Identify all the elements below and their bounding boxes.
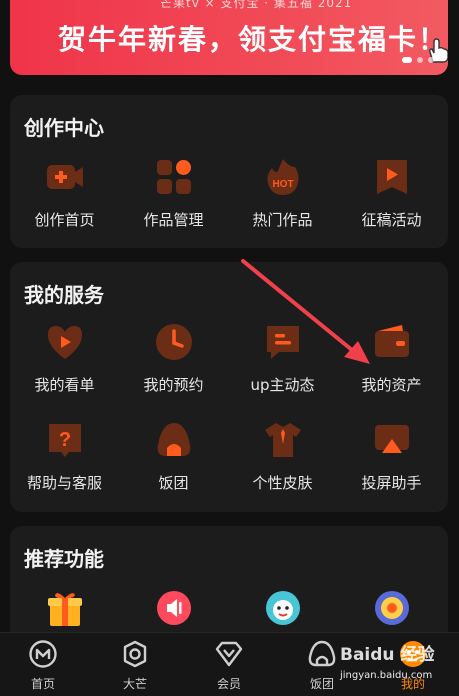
fantuan-label: 饭团: [158, 474, 189, 492]
hot-flame-icon: HOT: [267, 159, 299, 195]
tab-home-label: 首页: [30, 677, 55, 691]
skins-button[interactable]: 个性皮肤: [228, 420, 337, 493]
watermark-brand: Baidu 经验: [340, 645, 435, 665]
home-m-icon: [29, 640, 57, 668]
damang-icon: [123, 640, 147, 668]
tab-vip-label: 会员: [216, 677, 241, 691]
creation-center-title: 创作中心: [24, 116, 104, 140]
tab-damang[interactable]: 大芒: [100, 639, 170, 692]
lottery-icon: [374, 591, 409, 625]
reservations-button[interactable]: 我的预约: [119, 322, 228, 395]
my-assets-button[interactable]: 我的资产: [337, 322, 446, 395]
clock-icon: [155, 324, 192, 360]
banner-logos: 芒果tv × 支付宝 · 集五福 2021: [160, 0, 353, 10]
works-manage-label: 作品管理: [143, 211, 204, 229]
watermark-url: jingyan.baidu.com: [340, 670, 433, 681]
hot-works-button[interactable]: HOT 热门作品: [228, 157, 337, 230]
cast-assistant-label: 投屏助手: [361, 474, 422, 492]
cast-assistant-button[interactable]: 投屏助手: [337, 420, 446, 493]
skins-label: 个性皮肤: [252, 474, 313, 492]
reservations-label: 我的预约: [143, 376, 204, 394]
bookmark-play-icon: [376, 160, 407, 194]
tab-damang-label: 大芒: [122, 677, 147, 691]
hot-works-label: 热门作品: [252, 211, 313, 229]
svg-text:HOT: HOT: [272, 179, 293, 190]
recommend-mascot-button[interactable]: [228, 588, 337, 628]
watchlist-button[interactable]: 我的看单: [10, 322, 119, 395]
cast-screen-icon: [374, 425, 409, 453]
tab-vip[interactable]: 会员: [194, 639, 264, 692]
creation-home-label: 创作首页: [34, 211, 95, 229]
watchlist-label: 我的看单: [34, 376, 95, 394]
promo-banner[interactable]: 芒果tv × 支付宝 · 集五福 2021 贺牛年新春，领支付宝福卡！: [10, 0, 448, 75]
pager-dot-active: [402, 57, 412, 63]
call-for-works-label: 征稿活动: [361, 211, 422, 229]
recommend-speaker-button[interactable]: [119, 588, 228, 628]
up-updates-button[interactable]: up主动态: [228, 322, 337, 395]
tshirt-icon: [264, 423, 301, 457]
my-services-card: 我的服务 我的看单 我的预约 up主动态 我的资产 ? 帮助与客服 饭团 个性皮…: [10, 262, 448, 512]
rice-ball-icon: [157, 423, 190, 456]
chat-bubble-icon: [266, 326, 299, 359]
banner-headline: 贺牛年新春，领支付宝福卡！: [58, 23, 448, 56]
wallet-icon: [374, 325, 409, 357]
baidu-watermark: Baidu 经验 jingyan.baidu.com: [340, 640, 458, 695]
pager-dot: [428, 57, 434, 63]
rice-ball-tab-icon: [308, 640, 336, 667]
mascot-icon: [265, 591, 300, 625]
my-services-title: 我的服务: [24, 283, 104, 307]
heart-play-icon: [47, 326, 82, 359]
recommend-title: 推荐功能: [24, 547, 104, 571]
grid-manage-icon: [156, 160, 191, 194]
recommend-gift-button[interactable]: [10, 588, 119, 628]
speaker-icon: [156, 591, 191, 625]
vip-icon: [215, 641, 243, 667]
call-for-works-button[interactable]: 征稿活动: [337, 157, 446, 230]
creation-center-card: 创作中心 创作首页 作品管理 HOT 热门作品 征稿活动: [10, 95, 448, 248]
help-support-label: 帮助与客服: [26, 474, 102, 492]
my-assets-label: 我的资产: [361, 376, 422, 394]
creation-home-button[interactable]: 创作首页: [10, 157, 119, 230]
up-updates-label: up主动态: [250, 376, 315, 394]
banner-pager: [402, 57, 434, 63]
help-question-icon: ?: [48, 424, 81, 457]
help-support-button[interactable]: ? 帮助与客服: [10, 420, 119, 493]
gift-icon: [47, 593, 82, 626]
video-plus-icon: [46, 165, 83, 189]
works-manage-button[interactable]: 作品管理: [119, 157, 228, 230]
fantuan-button[interactable]: 饭团: [119, 420, 228, 493]
tab-home[interactable]: 首页: [8, 639, 78, 692]
svg-text:?: ?: [58, 429, 70, 451]
recommend-lottery-button[interactable]: [337, 588, 446, 628]
pager-dot: [417, 57, 423, 63]
